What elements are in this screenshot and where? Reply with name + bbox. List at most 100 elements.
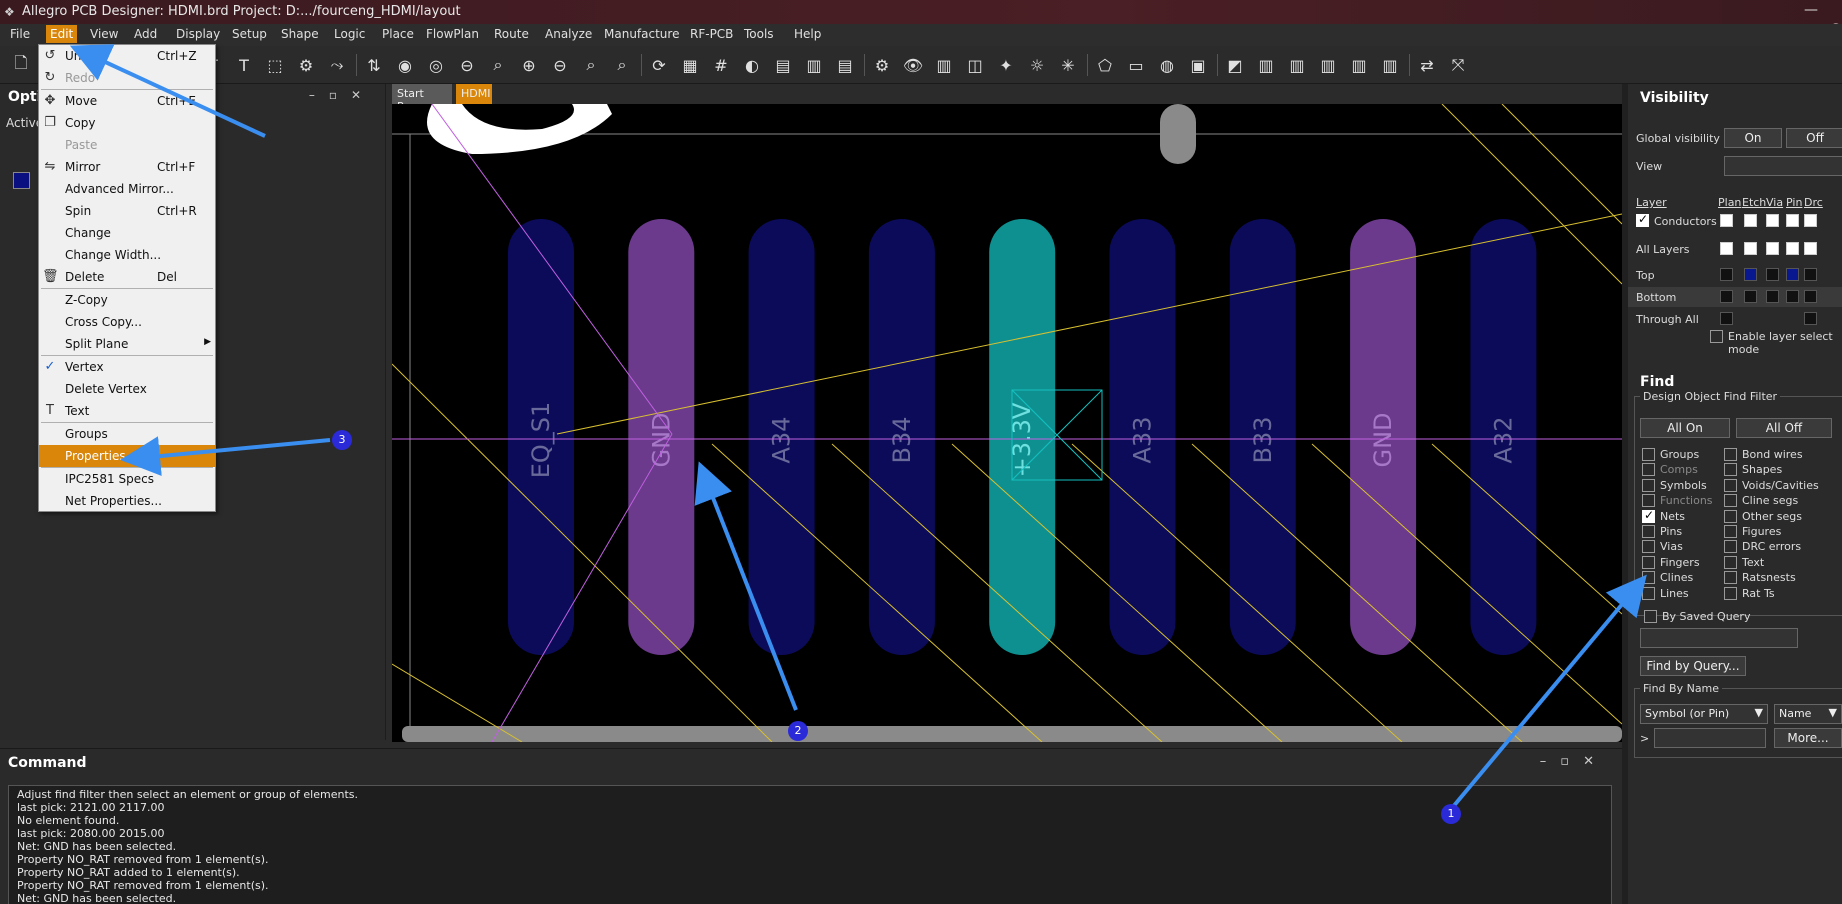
edit-menu-item-change-width[interactable]: Change Width... (39, 244, 215, 266)
rect-icon[interactable]: ▭ (1123, 52, 1149, 78)
name-type-select[interactable]: Name ▼ (1774, 704, 1842, 724)
swap-icon[interactable]: ⇅ (361, 52, 387, 78)
active-color-swatch[interactable] (13, 172, 30, 189)
global-visibility-off-button[interactable]: Off (1786, 128, 1842, 148)
blob-icon[interactable]: ◍ (1154, 52, 1180, 78)
visibility-checkbox[interactable] (1766, 242, 1779, 255)
edit-menu-item-properties[interactable]: Properties (39, 445, 215, 467)
visibility-checkbox[interactable] (1744, 242, 1757, 255)
find-checkbox[interactable] (1724, 571, 1737, 585)
visibility-checkbox[interactable] (1766, 268, 1779, 281)
eye-icon[interactable]: 👁 (900, 52, 926, 78)
edit-menu-item-advanced-mirror[interactable]: Advanced Mirror... (39, 178, 215, 200)
swap-alt-icon[interactable]: ⇄ (1414, 52, 1440, 78)
menu-manufacture[interactable]: Manufacture (602, 27, 681, 41)
new-file-icon[interactable]: 🗋 (8, 52, 34, 78)
zoom-fit-icon[interactable]: ⌕ (485, 52, 511, 78)
zoom-out-icon[interactable]: ⊖ (454, 52, 480, 78)
visibility-checkbox[interactable] (1720, 290, 1733, 303)
hash-icon[interactable]: # (708, 52, 734, 78)
visibility-checkbox[interactable] (1804, 290, 1817, 303)
enable-layer-select-checkbox[interactable] (1710, 330, 1723, 343)
edit-menu-item-redo[interactable]: ↻ Redo (39, 67, 215, 89)
saved-query-select[interactable] (1640, 628, 1798, 648)
find-all-on-button[interactable]: All On (1640, 418, 1730, 438)
by-saved-query-checkbox[interactable] (1644, 610, 1657, 623)
edit-menu-item-paste[interactable]: Paste (39, 134, 215, 156)
find-checkbox[interactable] (1724, 525, 1737, 538)
visibility-checkbox[interactable] (1786, 268, 1799, 281)
edit-menu-item-cross-copy[interactable]: Cross Copy... (39, 311, 215, 333)
find-checkbox[interactable] (1724, 494, 1737, 508)
view-select[interactable] (1724, 156, 1842, 176)
edit-menu-item-split-plane[interactable]: Split Plane ▶ (39, 333, 215, 355)
find-by-query-button[interactable]: Find by Query... (1640, 656, 1746, 676)
global-visibility-on-button[interactable]: On (1724, 128, 1782, 148)
edit-menu-item-delete-vertex[interactable]: Delete Vertex (39, 378, 215, 400)
tab-hdmi[interactable]: HDMI (456, 84, 492, 104)
shape-icon[interactable]: ⬠ (1092, 52, 1118, 78)
menu-view[interactable]: View (88, 27, 120, 41)
find-checkbox[interactable] (1724, 586, 1737, 600)
fill-icon[interactable]: ◩ (1222, 52, 1248, 78)
command-window-buttons[interactable]: –▫✕ (1540, 754, 1608, 769)
magic-icon[interactable]: ✦ (993, 52, 1019, 78)
find-checkbox[interactable] (1642, 508, 1655, 523)
menu-add[interactable]: Add (132, 27, 159, 41)
visibility-checkbox[interactable] (1804, 214, 1817, 227)
menu-place[interactable]: Place (380, 27, 416, 41)
route-icon[interactable]: ⤳ (324, 52, 350, 78)
sheet-icon[interactable]: ▤ (832, 52, 858, 78)
circle-blue-icon[interactable]: ◉ (392, 52, 418, 78)
visibility-checkbox[interactable] (1804, 312, 1817, 325)
tool-icon[interactable]: ▥ (1346, 52, 1372, 78)
find-more-button[interactable]: More... (1774, 728, 1842, 748)
sun-icon[interactable]: ☼ (1024, 52, 1050, 78)
visibility-checkbox[interactable] (1766, 214, 1779, 227)
visibility-checkbox[interactable] (1720, 268, 1733, 281)
menu-rf-pcb[interactable]: RF-PCB (688, 27, 735, 41)
menu-help[interactable]: Help (792, 27, 823, 41)
settings-icon[interactable]: ⚙ (293, 52, 319, 78)
menu-route[interactable]: Route (492, 27, 531, 41)
edit-menu-item-ipc2581-specs[interactable]: IPC2581 Specs (39, 468, 215, 490)
edit-menu-item-vertex[interactable]: ✓ Vertex (39, 356, 215, 378)
options-panel-window-buttons[interactable]: –▫✕ (309, 88, 375, 102)
zoom-in-icon[interactable]: ⊕ (516, 52, 542, 78)
menu-flowplan[interactable]: FlowPlan (424, 27, 481, 41)
edit-menu-item-change[interactable]: Change (39, 222, 215, 244)
find-checkbox[interactable] (1642, 478, 1655, 492)
menu-display[interactable]: Display (174, 27, 222, 41)
menu-setup[interactable]: Setup (230, 27, 269, 41)
tool-icon[interactable]: ▥ (1315, 52, 1341, 78)
color-icon[interactable]: ◐ (739, 52, 765, 78)
tool-icon[interactable]: ▥ (1253, 52, 1279, 78)
find-checkbox[interactable] (1642, 586, 1655, 600)
tab-start-page[interactable]: Start Page (392, 84, 452, 113)
menu-file[interactable]: File (8, 27, 32, 41)
zoom-prev-icon[interactable]: ⌕ (609, 52, 635, 78)
visibility-checkbox[interactable] (1744, 268, 1757, 281)
menu-shape[interactable]: Shape (279, 27, 321, 41)
find-checkbox[interactable] (1642, 525, 1655, 538)
edit-menu-item-delete[interactable]: 🗑 Delete Del (39, 266, 215, 288)
find-checkbox[interactable] (1724, 509, 1737, 523)
minimize-button[interactable]: — (1804, 2, 1818, 18)
visibility-checkbox[interactable] (1720, 312, 1733, 325)
find-all-off-button[interactable]: All Off (1736, 418, 1832, 438)
share-icon[interactable]: ⤧ (1445, 52, 1471, 78)
find-checkbox[interactable] (1642, 540, 1655, 554)
component-icon[interactable]: ⬚ (262, 52, 288, 78)
zoom-out-alt-icon[interactable]: ⊖ (547, 52, 573, 78)
frame-icon[interactable]: ▣ (1185, 52, 1211, 78)
menu-logic[interactable]: Logic (332, 27, 367, 41)
visibility-checkbox[interactable] (1720, 214, 1733, 227)
find-checkbox[interactable] (1642, 494, 1655, 508)
find-name-input[interactable] (1654, 728, 1766, 748)
design-canvas[interactable]: EQ_S1 GND A34 B34 +3.3V A33 B33 GND A32 (392, 104, 1622, 742)
visibility-checkbox[interactable] (1744, 214, 1757, 227)
find-checkbox[interactable] (1724, 540, 1737, 554)
edit-menu-item-copy[interactable]: ❐ Copy (39, 112, 215, 134)
edit-menu-item-groups[interactable]: Groups (39, 423, 215, 445)
zoom-window-icon[interactable]: ⌕ (578, 52, 604, 78)
